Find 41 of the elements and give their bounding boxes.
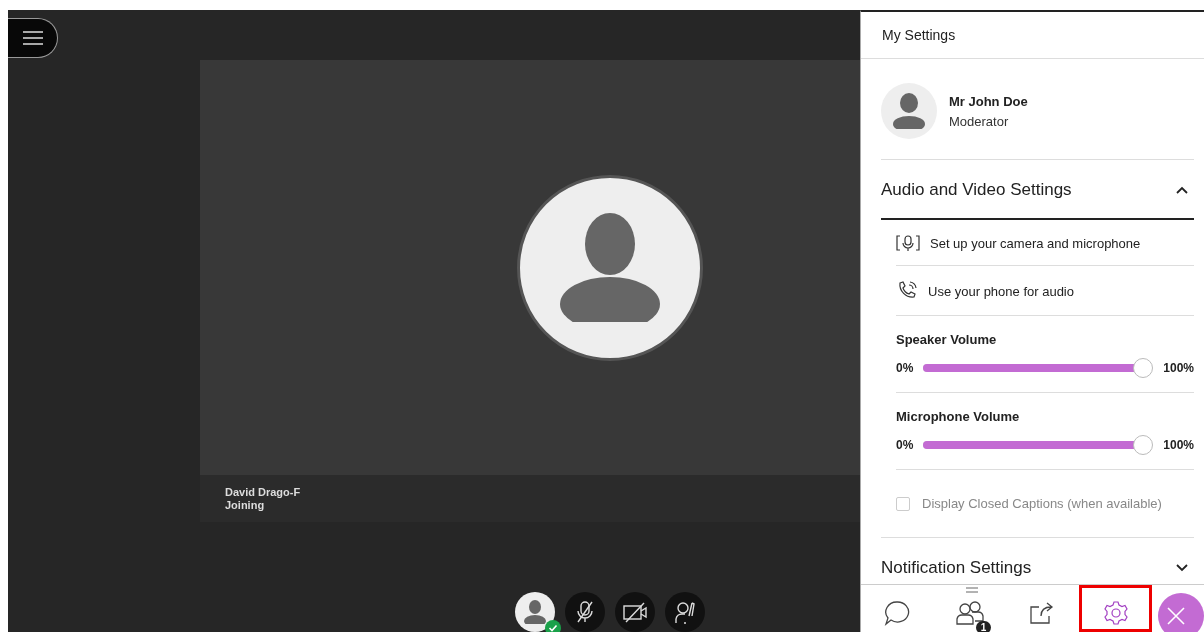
- volume-slider[interactable]: [923, 435, 1154, 455]
- menu-icon: [21, 31, 44, 45]
- panel-title: My Settings: [882, 27, 956, 43]
- close-icon: [1166, 606, 1186, 626]
- volume-slider[interactable]: [923, 358, 1154, 378]
- phone-audio-link[interactable]: Use your phone for audio: [896, 266, 1194, 316]
- count-badge: 1: [975, 621, 992, 632]
- person-icon: [893, 93, 925, 129]
- slider-thumb[interactable]: [1133, 435, 1154, 455]
- min-label: 0%: [896, 438, 914, 452]
- raise-hand-button[interactable]: [665, 592, 705, 632]
- speech-bubble-icon: [883, 599, 910, 626]
- max-label: 100%: [1163, 438, 1194, 452]
- microphone-button[interactable]: [565, 592, 605, 632]
- max-label: 100%: [1163, 361, 1194, 375]
- slider-thumb[interactable]: [1133, 358, 1154, 378]
- participant-name: David Drago-F: [225, 485, 301, 499]
- camera-button[interactable]: [615, 592, 655, 632]
- raised-hand-icon: [674, 600, 696, 624]
- volume-label: Microphone Volume: [896, 409, 1021, 424]
- camera-microphone-icon: [896, 234, 920, 252]
- chevron-down-icon: [1176, 564, 1188, 572]
- checkbox-label: Display Closed Captions (when available): [922, 496, 1162, 511]
- menu-button[interactable]: [8, 18, 58, 58]
- user-role: Moderator: [949, 113, 1010, 129]
- person-icon: [524, 600, 546, 624]
- close-button[interactable]: [1158, 593, 1204, 632]
- user-name: Mr John Doe: [949, 93, 1028, 109]
- chevron-up-icon: [1176, 186, 1188, 194]
- min-label: 0%: [896, 361, 914, 375]
- section-header[interactable]: Notification Settings: [881, 538, 1194, 584]
- drag-handle-icon: [965, 587, 978, 593]
- person-icon: [560, 211, 660, 322]
- settings-icon: [1102, 599, 1129, 626]
- volume-label: Speaker Volume: [896, 332, 998, 347]
- section-header[interactable]: Audio and Video Settings: [881, 160, 1194, 220]
- my-avatar-button[interactable]: [515, 592, 555, 632]
- attendees-tab[interactable]: 1: [933, 585, 1007, 632]
- settings-tab[interactable]: [1079, 585, 1152, 632]
- camera-setup-link[interactable]: Set up your camera and microphone: [896, 220, 1194, 266]
- participant-status: Joining: [225, 498, 265, 512]
